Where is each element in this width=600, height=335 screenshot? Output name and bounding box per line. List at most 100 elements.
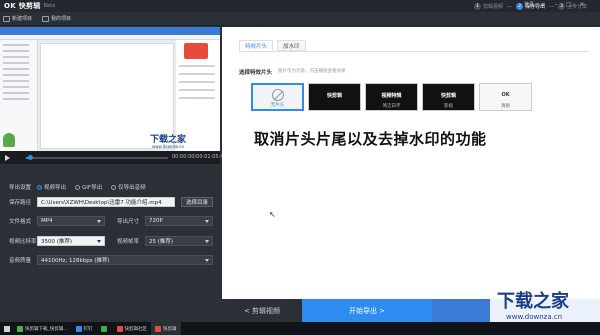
bitrate-label: 视频比特率 <box>9 239 37 245</box>
chevron-down-icon <box>205 259 209 262</box>
taskbar-item-kuaijianji[interactable]: 快剪辑 <box>151 322 181 335</box>
taskbar-label: 钉钉 <box>83 326 93 332</box>
new-project-icon <box>3 15 10 22</box>
new-project-label: 新建项目 <box>12 16 33 22</box>
format-value: MP4 <box>41 218 53 224</box>
chevron-down-icon <box>205 220 209 223</box>
windows-icon <box>3 325 10 332</box>
thumb-caption: 影视 <box>444 104 453 109</box>
taskbar-item-dingtalk[interactable]: 钉钉 <box>72 322 97 335</box>
radio-audio-export[interactable]: 仅导出音频 <box>111 183 146 191</box>
audio-label: 音频质量 <box>9 258 32 264</box>
thumb-title: 快剪辑 <box>440 92 456 99</box>
intro-thumb-film[interactable]: 快剪辑 影视 <box>422 83 475 111</box>
effects-panel: 特效片头 加水印 选择特效片头 图片仅为示意，点击播放查看效果 无片头 快剪辑 … <box>222 27 600 299</box>
thumb-caption: 清爽 <box>501 104 510 109</box>
audio-value: 44100Hz, 128kbps (推荐) <box>41 258 110 264</box>
choose-directory-button[interactable]: 选择目录 <box>181 197 214 207</box>
tab-watermark[interactable]: 加水印 <box>277 40 306 51</box>
wechat-icon <box>100 325 107 332</box>
chevron-down-icon <box>97 220 101 223</box>
format-label: 文件格式 <box>9 219 32 225</box>
player-bar: 00:00:00/00:01:05:44 <box>0 151 227 164</box>
thumb-caption: 简洁白字 <box>382 104 401 109</box>
step-edit[interactable]: 1 剪辑视频 <box>474 2 504 10</box>
radio-gif-export[interactable]: GIF导出 <box>75 183 102 191</box>
minimize-icon[interactable]: – <box>552 1 560 8</box>
taskbar-item-community[interactable]: 快剪辑社区 <box>113 322 152 335</box>
play-icon[interactable] <box>5 155 10 161</box>
intro-thumb-fresh[interactable]: OK 清爽 <box>479 83 532 111</box>
dingtalk-icon <box>75 325 82 332</box>
thumb-title: 快剪辑 <box>326 92 342 99</box>
preview-app-header <box>0 27 220 35</box>
radio-label: GIF导出 <box>82 185 103 191</box>
bitrate-select[interactable]: 3500 (推荐) <box>37 236 105 246</box>
framerate-select[interactable]: 25 (推荐) <box>145 236 213 246</box>
radio-video-export[interactable]: 视频导出 <box>37 183 66 191</box>
taskbar: 快剪辑下载_快剪辑... 钉钉 快剪辑社区 快剪辑 <box>0 322 600 335</box>
radio-label: 仅导出音频 <box>118 185 146 191</box>
maximize-icon[interactable]: □ <box>565 1 573 8</box>
thumb-caption: 无片头 <box>270 103 285 108</box>
format-select[interactable]: MP4 <box>37 216 105 226</box>
beta-badge: Beta <box>43 3 56 9</box>
radio-indicator <box>111 184 117 190</box>
export-mode-group: 视频导出 GIF导出 仅导出音频 <box>37 183 146 191</box>
taskbar-label: 快剪辑社区 <box>124 326 148 332</box>
size-value: 720P <box>149 218 163 224</box>
step-divider <box>507 5 513 7</box>
kuaijianji-icon <box>155 325 162 332</box>
my-projects-button[interactable]: 我的项目 <box>42 15 71 22</box>
close-icon[interactable]: × <box>578 1 586 8</box>
intro-thumb-simple-white[interactable]: 视频特辑 简洁白字 <box>365 83 418 111</box>
save-path-input[interactable]: C:\Users\XZWH\Desktop\迅雷7 功能介绍.mp4 <box>37 197 175 207</box>
site-watermark: 下载之家 <box>497 291 569 312</box>
kuaijianji-icon <box>116 325 123 332</box>
radio-indicator <box>75 184 81 190</box>
back-to-edit-button[interactable]: < 剪辑视频 <box>222 299 302 322</box>
mouse-cursor-icon: ↖ <box>269 210 276 219</box>
save-path-label: 保存路径 <box>9 200 32 206</box>
window-controls: 登录 ≡ – □ × <box>524 1 586 8</box>
browser-icon <box>17 325 23 332</box>
radio-indicator <box>37 184 42 190</box>
no-entry-icon <box>271 89 284 101</box>
preview-red-banner <box>184 43 208 59</box>
section-hint: 图片仅为示意，点击播放查看效果 <box>278 69 346 74</box>
video-preview[interactable]: 下载之家 www.downza.cn <box>0 27 220 151</box>
tab-intro-effects[interactable]: 特效片头 <box>239 40 274 51</box>
caption-overlay: 取消片头片尾以及去掉水印的功能 <box>254 130 487 148</box>
intro-thumb-none[interactable]: 无片头 <box>251 83 304 111</box>
taskbar-label: 快剪辑下载_快剪辑... <box>25 326 68 332</box>
taskbar-item-browser[interactable]: 快剪辑下载_快剪辑... <box>13 322 72 335</box>
preview-watermark-url: www.downza.cn <box>152 144 185 149</box>
export-title: 导出设置 <box>9 185 32 191</box>
framerate-value: 25 (推荐) <box>149 239 174 245</box>
start-export-button[interactable]: 开始导出 > <box>302 299 432 322</box>
step-label: 剪辑视频 <box>483 3 504 10</box>
start-button[interactable] <box>0 322 13 335</box>
new-project-button[interactable]: 新建项目 <box>3 15 32 22</box>
bitrate-value: 3500 (推荐) <box>41 239 73 245</box>
audio-select[interactable]: 44100Hz, 128kbps (推荐) <box>37 255 213 265</box>
size-select[interactable]: 720P <box>145 216 213 226</box>
taskbar-label: 快剪辑 <box>163 326 177 332</box>
progress-handle[interactable] <box>28 155 34 160</box>
size-label: 导出尺寸 <box>117 219 140 225</box>
chevron-down-icon <box>205 240 209 243</box>
step-number: 1 <box>474 2 481 10</box>
time-readout: 00:00:00/00:01:05:44 <box>172 154 227 160</box>
intro-thumbnails: 无片头 快剪辑 视频特辑 简洁白字 快剪辑 影视 OK 清爽 <box>251 83 532 111</box>
app-logo: OK 快剪辑 <box>4 2 41 10</box>
intro-thumb-kuaijianji[interactable]: 快剪辑 <box>308 83 361 111</box>
thumb-title: 视频特辑 <box>381 92 402 99</box>
radio-label: 视频导出 <box>44 185 67 191</box>
my-projects-label: 我的项目 <box>51 16 72 22</box>
taskbar-item-wechat[interactable] <box>97 322 113 335</box>
progress-track[interactable] <box>26 157 168 159</box>
step-number: 2 <box>516 2 524 10</box>
login-link[interactable]: 登录 <box>524 1 534 8</box>
menu-icon[interactable]: ≡ <box>539 1 547 8</box>
folder-icon <box>42 15 50 22</box>
